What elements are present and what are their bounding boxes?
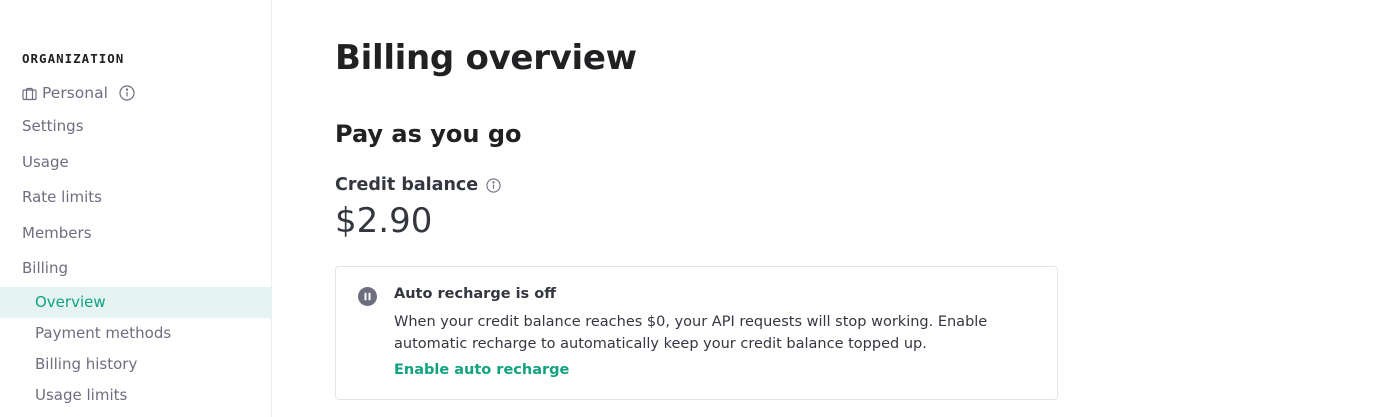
- sidebar-item-rate-limits[interactable]: Rate limits: [22, 186, 102, 208]
- notice-body: When your credit balance reaches $0, you…: [394, 314, 988, 352]
- sidebar-subitem-payment-methods[interactable]: Payment methods: [0, 318, 272, 349]
- auto-recharge-notice: Auto recharge is off When your credit ba…: [335, 266, 1058, 400]
- credit-balance-header: Credit balance: [335, 174, 501, 196]
- sidebar-subitem-billing-history[interactable]: Billing history: [0, 349, 272, 380]
- notice-title: Auto recharge is off: [394, 286, 556, 302]
- sidebar-subitem-usage-limits[interactable]: Usage limits: [0, 380, 272, 411]
- credit-balance-value: $2.90: [335, 201, 433, 241]
- enable-auto-recharge-link[interactable]: Enable auto recharge: [394, 362, 569, 378]
- briefcase-icon: [22, 86, 37, 101]
- info-icon[interactable]: [119, 85, 135, 101]
- info-icon[interactable]: [486, 177, 501, 193]
- sidebar-item-members[interactable]: Members: [22, 222, 92, 244]
- org-name: Personal: [42, 84, 108, 102]
- page-title: Billing overview: [335, 38, 637, 78]
- app-root: ORGANIZATION Personal Settings Usage Rat…: [0, 0, 1400, 417]
- sidebar-item-billing[interactable]: Billing: [22, 257, 68, 279]
- sidebar: ORGANIZATION Personal Settings Usage Rat…: [0, 0, 272, 417]
- section-title: Pay as you go: [335, 120, 522, 148]
- sidebar-item-usage[interactable]: Usage: [22, 151, 69, 173]
- organization-heading: ORGANIZATION: [22, 51, 125, 66]
- credit-balance-label: Credit balance: [335, 175, 479, 195]
- sidebar-item-settings[interactable]: Settings: [22, 115, 84, 137]
- pause-icon: [358, 287, 377, 306]
- org-selector[interactable]: Personal: [22, 82, 135, 104]
- sidebar-subitem-overview[interactable]: Overview: [0, 287, 272, 318]
